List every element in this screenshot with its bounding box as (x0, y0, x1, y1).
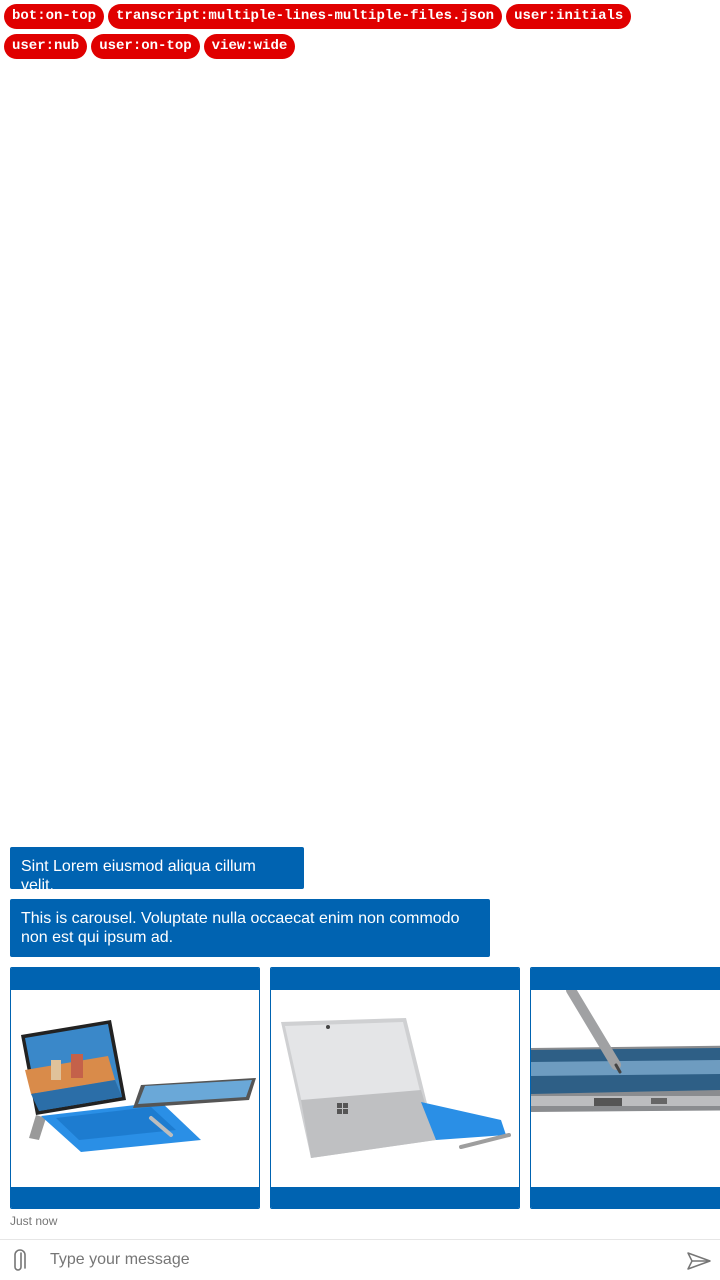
carousel-card[interactable] (530, 967, 720, 1209)
surface-pro-back-image (281, 1018, 511, 1158)
card-footer-bar (11, 1187, 259, 1208)
card-header-bar (271, 968, 519, 990)
test-tags: bot:on-top transcript:multiple-lines-mul… (4, 4, 704, 64)
tag: user:nub (4, 34, 88, 59)
product-image (531, 990, 720, 1187)
send-icon[interactable] (686, 1250, 712, 1272)
message-input[interactable] (50, 1246, 670, 1274)
product-image (11, 990, 259, 1187)
tag: transcript:multiple-lines-multiple-files… (108, 4, 503, 29)
tag: user:initials (506, 4, 632, 29)
surface-pro-image (21, 1020, 256, 1152)
tag: user:on-top (91, 34, 200, 59)
card-footer-bar (531, 1187, 720, 1208)
tag: bot:on-top (4, 4, 105, 29)
bot-message-bubble: This is carousel. Voluptate nulla occaec… (10, 899, 490, 957)
attachment-carousel[interactable] (10, 967, 720, 1209)
card-header-bar (11, 968, 259, 990)
message-timestamp: Just now (10, 1214, 58, 1228)
card-header-bar (531, 968, 720, 990)
tag-row-2: user:nub user:on-top view:wide (4, 34, 704, 59)
tag: view:wide (203, 34, 296, 59)
product-image (271, 990, 519, 1187)
send-box (0, 1239, 720, 1280)
tag-row-1: bot:on-top transcript:multiple-lines-mul… (4, 4, 704, 29)
bot-message-bubble: Sint Lorem eiusmod aliqua cillum velit. (10, 847, 304, 894)
paperclip-icon[interactable] (8, 1248, 30, 1274)
surface-pen-image (531, 990, 720, 1112)
card-footer-bar (271, 1187, 519, 1208)
carousel-card[interactable] (270, 967, 520, 1209)
carousel-card[interactable] (10, 967, 260, 1209)
